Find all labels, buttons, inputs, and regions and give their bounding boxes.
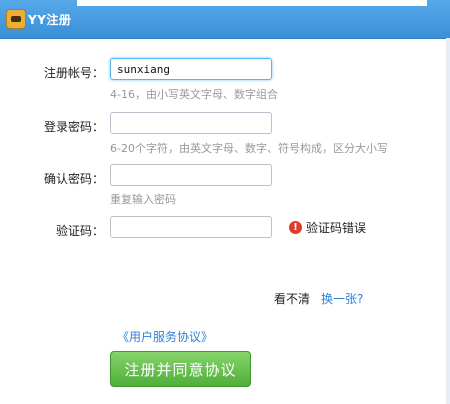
captcha-label: 验证码： (55, 224, 104, 238)
password-hint: 6-20个字符，由英文字母、数字、符号构成，区分大小写 (110, 142, 388, 155)
captcha-error: ! 验证码错误 (289, 219, 366, 236)
yy-logo-icon (6, 9, 26, 29)
terms-link[interactable]: 《用户服务协议》 (117, 328, 213, 345)
error-icon: ! (289, 221, 302, 234)
confirm-password-input[interactable] (110, 164, 272, 186)
account-input[interactable] (110, 58, 272, 80)
title-bar-gap (77, 0, 427, 6)
password-label: 登录密码： (43, 120, 104, 134)
captcha-refresh-link[interactable]: 换一张? (321, 290, 363, 307)
captcha-unclear-label: 看不清 (274, 292, 311, 306)
account-hint: 4-16，由小写英文字母、数字组合 (110, 88, 278, 101)
confirm-hint: 重复输入密码 (110, 193, 176, 206)
register-submit-button[interactable]: 注册并同意协议 (110, 351, 251, 387)
captcha-input[interactable] (110, 216, 272, 238)
window-title: YY注册 (28, 13, 72, 27)
title-bar: YY注册 (0, 0, 450, 39)
confirm-label: 确认密码： (43, 172, 104, 186)
captcha-error-text: 验证码错误 (306, 221, 367, 235)
window-edge (446, 38, 450, 404)
password-input[interactable] (110, 112, 272, 134)
account-label: 注册帐号： (43, 66, 104, 80)
